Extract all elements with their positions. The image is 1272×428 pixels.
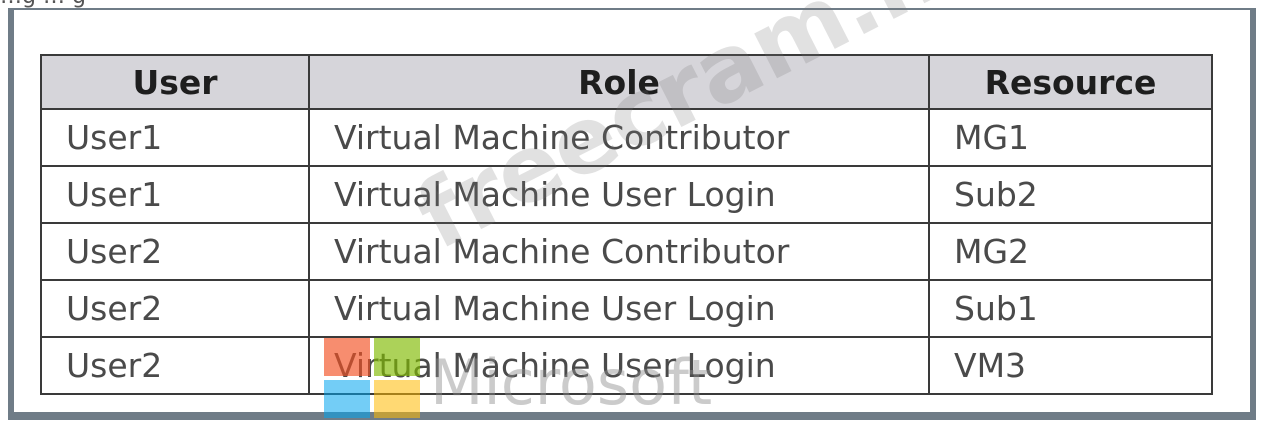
cell-user: User2 [40, 279, 310, 338]
header-role: Role [308, 54, 930, 110]
table-row: User1 Virtual Machine Contributor MG1 [40, 108, 1213, 167]
table-row: User2 Virtual Machine Contributor MG2 [40, 222, 1213, 281]
cell-resource: Sub1 [928, 279, 1213, 338]
table-row: User1 Virtual Machine User Login Sub2 [40, 165, 1213, 224]
cell-resource: Sub2 [928, 165, 1213, 224]
logo-blue-square [324, 380, 370, 418]
cell-user: User2 [40, 336, 310, 395]
logo-yellow-square [374, 380, 420, 418]
header-user: User [40, 54, 310, 110]
microsoft-logo-wordmark: Microsoft [430, 346, 713, 419]
cell-role: Virtual Machine Contributor [308, 108, 930, 167]
microsoft-logo-icon [324, 338, 420, 418]
cell-user: User1 [40, 165, 310, 224]
table-row: User2 Virtual Machine User Login Sub1 [40, 279, 1213, 338]
cell-user: User1 [40, 108, 310, 167]
cell-resource: MG2 [928, 222, 1213, 281]
cell-user: User2 [40, 222, 310, 281]
header-resource: Resource [928, 54, 1213, 110]
logo-green-square [374, 338, 420, 376]
cell-resource: MG1 [928, 108, 1213, 167]
cell-role: Virtual Machine User Login [308, 279, 930, 338]
cell-role: Virtual Machine Contributor [308, 222, 930, 281]
cut-off-caption: …g … g [0, 0, 1272, 8]
cell-resource: VM3 [928, 336, 1213, 395]
role-assignment-table: User Role Resource User1 Virtual Machine… [40, 54, 1213, 395]
logo-red-square [324, 338, 370, 376]
cell-role: Virtual Machine User Login [308, 165, 930, 224]
table-header-row: User Role Resource [40, 54, 1213, 110]
